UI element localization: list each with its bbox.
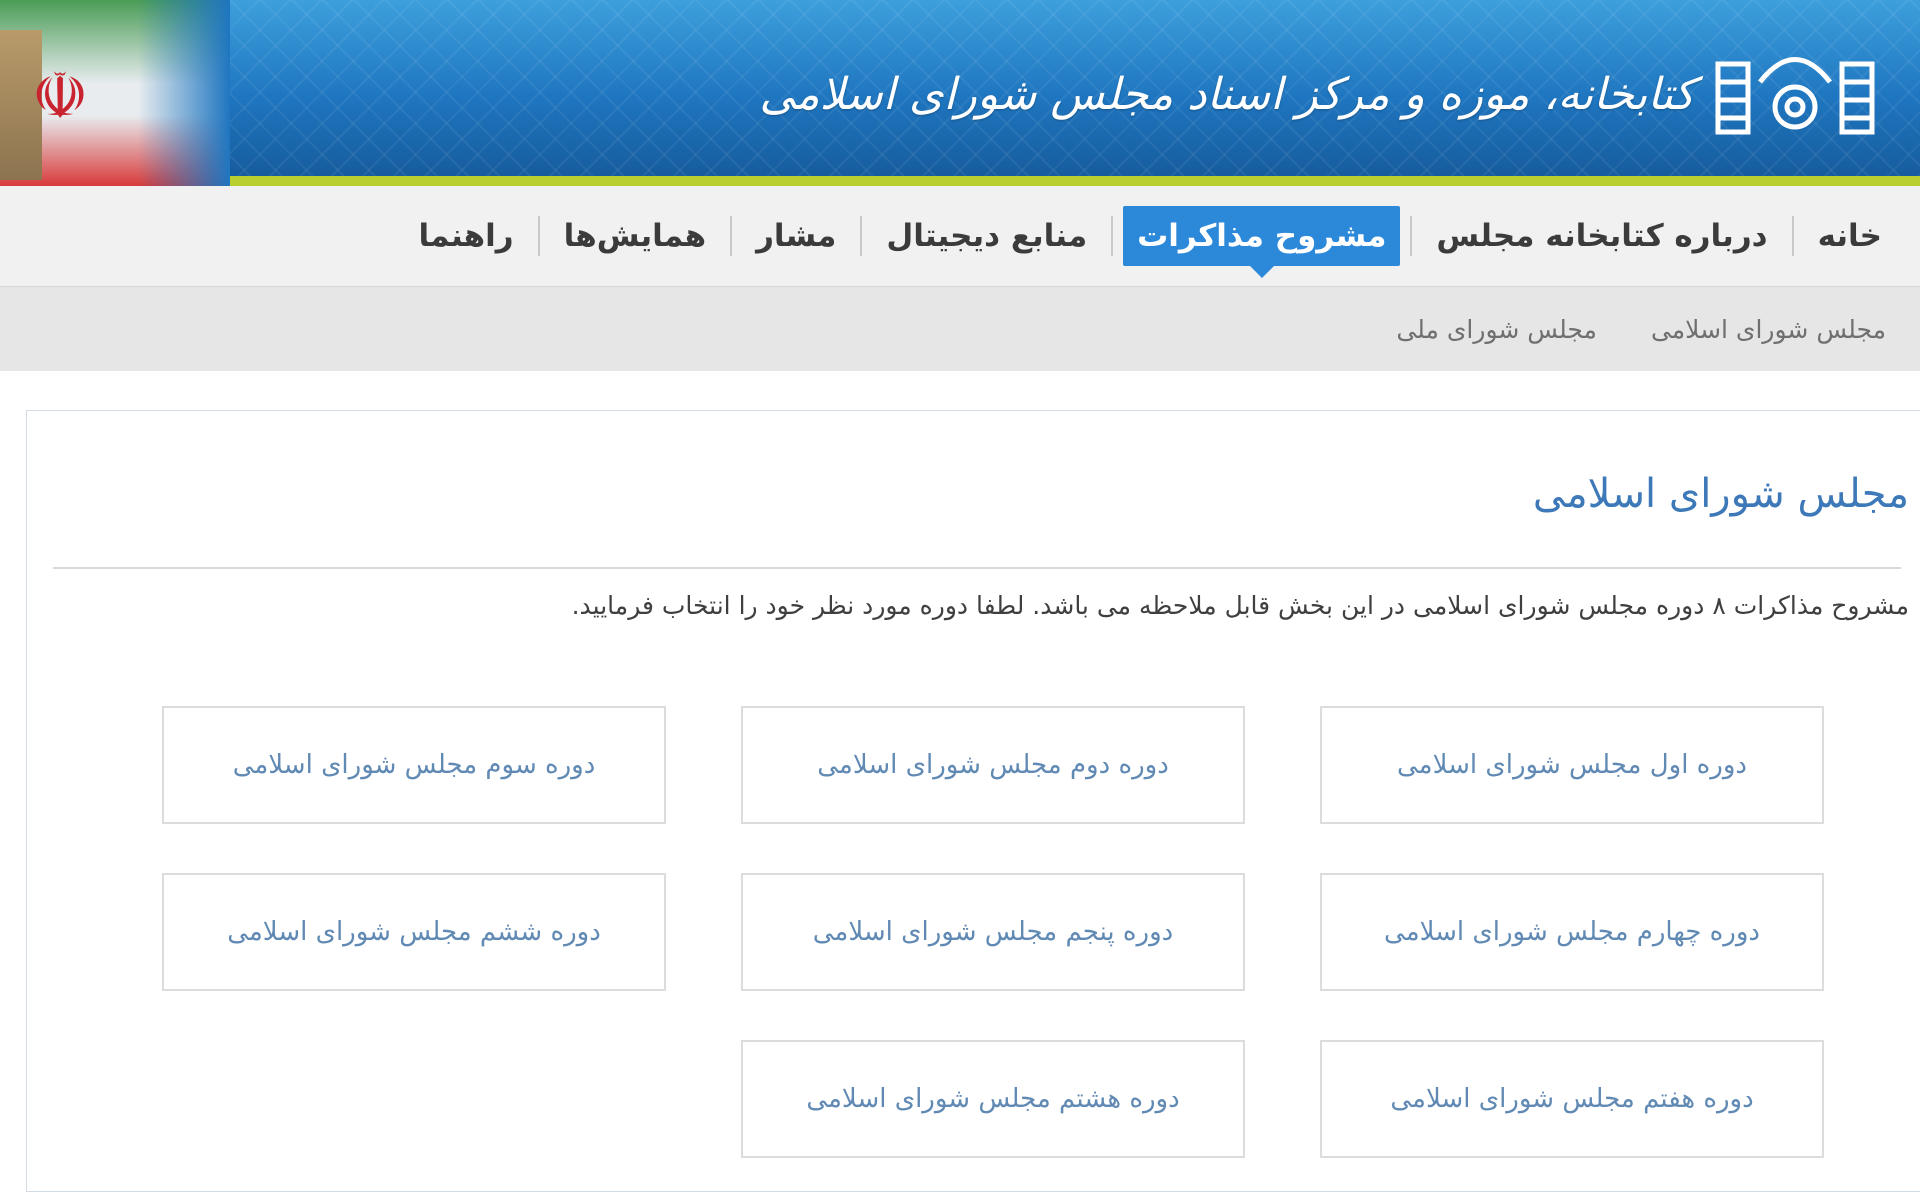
nav-item-proceedings[interactable]: مشروح مذاکرات xyxy=(1123,206,1401,278)
nav-item-digital-resources[interactable]: منابع دیجیتال xyxy=(862,206,1111,266)
main-nav: خانه درباره کتابخانه مجلس مشروح مذاکرات … xyxy=(0,186,1920,287)
period-button-1[interactable]: دوره اول مجلس شورای اسلامی xyxy=(1320,706,1824,824)
period-button-4[interactable]: دوره چهارم مجلس شورای اسلامی xyxy=(1320,873,1824,991)
site-logo-text[interactable]: کتابخانه، موزه و مرکز اسناد مجلس شورای ا… xyxy=(759,40,1695,150)
nav-item-mashar[interactable]: مشار xyxy=(732,206,860,266)
flag-image: ☫ xyxy=(0,0,230,186)
nav-item-home[interactable]: خانه xyxy=(1794,206,1906,266)
nav-divider xyxy=(1111,216,1114,256)
content-panel: مجلس شورای اسلامی مشروح مذاکرات ۸ دوره م… xyxy=(26,410,1920,1192)
subnav-item-islamic-parliament[interactable]: مجلس شورای اسلامی xyxy=(1651,315,1886,344)
period-button-8[interactable]: دوره هشتم مجلس شورای اسلامی xyxy=(741,1040,1245,1158)
period-button-3[interactable]: دوره سوم مجلس شورای اسلامی xyxy=(162,706,666,824)
library-logo-icon[interactable] xyxy=(1710,42,1880,137)
page-title: مجلس شورای اسلامی xyxy=(1532,471,1909,517)
title-divider xyxy=(53,567,1901,569)
subnav-item-national-parliament[interactable]: مجلس شورای ملی xyxy=(1396,315,1597,344)
sub-nav: مجلس شورای اسلامی مجلس شورای ملی xyxy=(0,287,1920,371)
period-button-6[interactable]: دوره ششم مجلس شورای اسلامی xyxy=(162,873,666,991)
period-button-7[interactable]: دوره هفتم مجلس شورای اسلامی xyxy=(1320,1040,1824,1158)
nav-item-about[interactable]: درباره کتابخانه مجلس xyxy=(1412,206,1791,266)
nav-item-conferences[interactable]: همایش‌ها xyxy=(540,206,731,266)
header-stripe xyxy=(0,176,1920,186)
iran-emblem-icon: ☫ xyxy=(31,60,89,134)
period-button-5[interactable]: دوره پنجم مجلس شورای اسلامی xyxy=(741,873,1245,991)
period-button-2[interactable]: دوره دوم مجلس شورای اسلامی xyxy=(741,706,1245,824)
intro-text: مشروح مذاکرات ۸ دوره مجلس شورای اسلامی د… xyxy=(571,591,1909,620)
nav-item-help[interactable]: راهنما xyxy=(395,206,538,266)
